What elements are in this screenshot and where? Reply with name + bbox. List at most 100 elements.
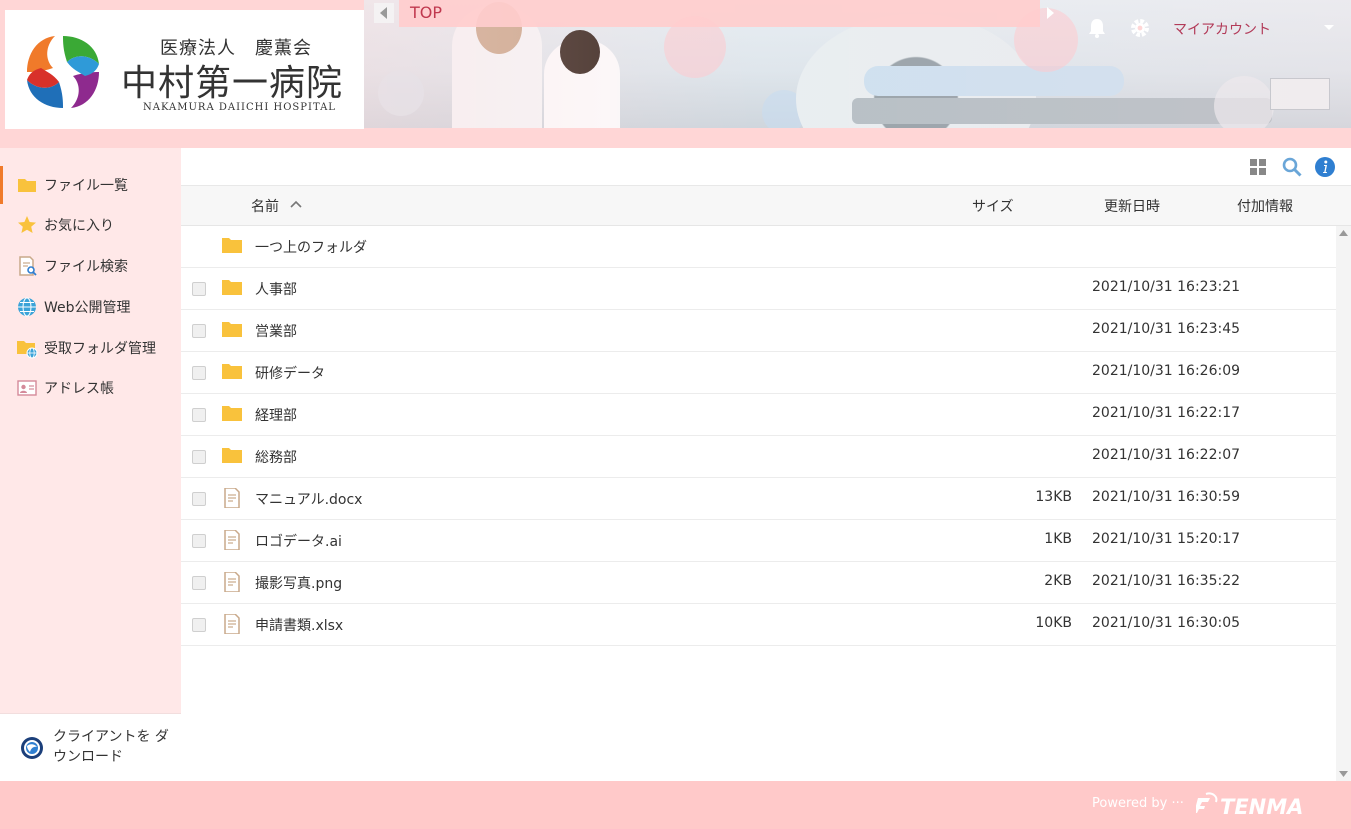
file-size: 10KB bbox=[1035, 615, 1072, 631]
document-icon bbox=[224, 614, 240, 634]
file-updated: 2021/10/31 16:22:17 bbox=[1092, 405, 1241, 421]
hospital-logo-icon bbox=[27, 36, 99, 108]
breadcrumb-top-link[interactable]: TOP bbox=[410, 3, 442, 22]
file-name: 総務部 bbox=[255, 450, 297, 466]
sidebar: ファイル一覧 お気に入り ファイル検索 Web公開管理 受取フォルダ管理 アドレ… bbox=[0, 148, 181, 781]
folder-icon bbox=[222, 322, 242, 337]
sidebar-item-label: ファイル検索 bbox=[44, 259, 128, 275]
chevron-right-icon[interactable] bbox=[1044, 3, 1056, 23]
table-row[interactable]: 人事部 2021/10/31 16:23:21 bbox=[181, 268, 1336, 310]
scroll-down-arrow-icon[interactable] bbox=[1339, 771, 1348, 777]
column-header-size[interactable]: サイズ bbox=[972, 196, 1014, 216]
sort-ascending-icon[interactable] bbox=[289, 199, 303, 209]
folder-icon bbox=[222, 238, 242, 253]
folder-globe-icon bbox=[17, 341, 38, 359]
column-header-updated[interactable]: 更新日時 bbox=[1104, 196, 1160, 216]
folder-icon bbox=[222, 448, 242, 463]
sidebar-item-favorites[interactable]: お気に入り bbox=[0, 206, 181, 244]
chevron-left-icon[interactable] bbox=[374, 3, 394, 23]
gear-icon[interactable] bbox=[1129, 17, 1151, 39]
client-download-button[interactable]: クライアントを ダウンロード bbox=[0, 713, 181, 781]
file-name: マニュアル.docx bbox=[255, 492, 363, 508]
row-checkbox[interactable] bbox=[192, 282, 206, 296]
file-list-panel: 名前 サイズ 更新日時 付加情報 一つ上のフォルダ 人事部 2021/10/31… bbox=[181, 148, 1351, 781]
row-checkbox[interactable] bbox=[192, 534, 206, 548]
table-row-parent-folder[interactable]: 一つ上のフォルダ bbox=[181, 226, 1336, 268]
file-name: 申請書類.xlsx bbox=[255, 618, 344, 634]
my-account-menu[interactable]: マイアカウント bbox=[1173, 19, 1271, 39]
sidebar-item-file-search[interactable]: ファイル検索 bbox=[0, 247, 181, 285]
document-icon bbox=[224, 530, 240, 550]
tenma-logo: TENMA bbox=[1196, 792, 1303, 819]
table-row[interactable]: 営業部 2021/10/31 16:23:45 bbox=[181, 310, 1336, 352]
folder-icon bbox=[222, 406, 242, 421]
document-icon bbox=[224, 572, 240, 592]
sidebar-item-label: お気に入り bbox=[44, 218, 114, 234]
star-icon bbox=[18, 216, 36, 233]
folder-icon bbox=[222, 280, 242, 295]
table-header: 名前 サイズ 更新日時 付加情報 bbox=[181, 186, 1351, 226]
folder-icon bbox=[222, 364, 242, 379]
document-icon bbox=[224, 488, 240, 508]
vertical-scrollbar[interactable] bbox=[1336, 226, 1351, 781]
file-size: 13KB bbox=[1035, 489, 1072, 505]
file-size: 1KB bbox=[1044, 531, 1072, 547]
file-name: ロゴデータ.ai bbox=[255, 534, 342, 550]
table-row[interactable]: 総務部 2021/10/31 16:22:07 bbox=[181, 436, 1336, 478]
row-checkbox[interactable] bbox=[192, 450, 206, 464]
bell-icon[interactable] bbox=[1086, 17, 1108, 39]
row-checkbox[interactable] bbox=[192, 366, 206, 380]
folder-icon bbox=[18, 179, 36, 192]
table-row[interactable]: マニュアル.docx 13KB 2021/10/31 16:30:59 bbox=[181, 478, 1336, 520]
column-header-extra[interactable]: 付加情報 bbox=[1237, 196, 1293, 216]
powered-by-label: Powered by ··· bbox=[1092, 796, 1184, 811]
table-row[interactable]: 撮影写真.png 2KB 2021/10/31 16:35:22 bbox=[181, 562, 1336, 604]
header: 医療法人 慶薫会 中村第一病院 NAKAMURA DAIICHI HOSPITA… bbox=[0, 0, 1351, 148]
row-checkbox[interactable] bbox=[192, 492, 206, 506]
hospital-logo[interactable]: 医療法人 慶薫会 中村第一病院 NAKAMURA DAIICHI HOSPITA… bbox=[5, 10, 364, 129]
row-checkbox[interactable] bbox=[192, 324, 206, 338]
sidebar-item-label: ファイル一覧 bbox=[44, 178, 128, 194]
file-name: 撮影写真.png bbox=[255, 576, 343, 592]
scroll-up-arrow-icon[interactable] bbox=[1339, 230, 1348, 236]
sidebar-item-label: Web公開管理 bbox=[44, 300, 131, 316]
table-row[interactable]: ロゴデータ.ai 1KB 2021/10/31 15:20:17 bbox=[181, 520, 1336, 562]
sidebar-item-label: アドレス帳 bbox=[44, 381, 114, 397]
breadcrumb: TOP bbox=[399, 0, 1040, 27]
search-icon[interactable] bbox=[1281, 156, 1303, 178]
info-icon[interactable] bbox=[1314, 156, 1336, 178]
table-row[interactable]: 申請書類.xlsx 10KB 2021/10/31 16:30:05 bbox=[181, 604, 1336, 646]
file-name: 研修データ bbox=[255, 366, 325, 382]
file-updated: 2021/10/31 16:23:45 bbox=[1092, 321, 1241, 337]
grid-view-icon[interactable] bbox=[1247, 156, 1269, 178]
table-row[interactable]: 経理部 2021/10/31 16:22:17 bbox=[181, 394, 1336, 436]
file-name: 一つ上のフォルダ bbox=[255, 240, 367, 256]
sidebar-item-address-book[interactable]: アドレス帳 bbox=[0, 369, 181, 407]
file-size: 2KB bbox=[1044, 573, 1072, 589]
client-download-label: クライアントを ダウンロード bbox=[53, 729, 169, 765]
table-row[interactable]: 研修データ 2021/10/31 16:26:09 bbox=[181, 352, 1336, 394]
tenma-brand: TENMA bbox=[1220, 795, 1303, 819]
file-updated: 2021/10/31 16:23:21 bbox=[1092, 279, 1241, 295]
sidebar-item-label: 受取フォルダ管理 bbox=[44, 341, 156, 357]
row-checkbox[interactable] bbox=[192, 576, 206, 590]
row-checkbox[interactable] bbox=[192, 408, 206, 422]
file-search-icon bbox=[19, 256, 37, 276]
chevron-down-icon[interactable] bbox=[1323, 24, 1335, 32]
sidebar-item-web-publish[interactable]: Web公開管理 bbox=[0, 288, 181, 326]
row-checkbox[interactable] bbox=[192, 618, 206, 632]
toolbar bbox=[181, 148, 1351, 186]
file-updated: 2021/10/31 16:22:07 bbox=[1092, 447, 1241, 463]
hospital-name-en: NAKAMURA DAIICHI HOSPITAL bbox=[143, 102, 336, 113]
file-name: 経理部 bbox=[255, 408, 297, 424]
column-header-name[interactable]: 名前 bbox=[251, 196, 279, 216]
sidebar-item-file-list[interactable]: ファイル一覧 bbox=[0, 166, 181, 204]
address-card-icon bbox=[17, 380, 37, 396]
file-name: 営業部 bbox=[255, 324, 297, 340]
file-updated: 2021/10/31 15:20:17 bbox=[1092, 531, 1241, 547]
hospital-name: 中村第一病院 bbox=[121, 63, 344, 104]
file-updated: 2021/10/31 16:30:05 bbox=[1092, 615, 1241, 631]
footer: Powered by ··· TENMA bbox=[0, 781, 1351, 829]
sidebar-item-receive-folder[interactable]: 受取フォルダ管理 bbox=[0, 329, 181, 367]
file-updated: 2021/10/31 16:26:09 bbox=[1092, 363, 1241, 379]
